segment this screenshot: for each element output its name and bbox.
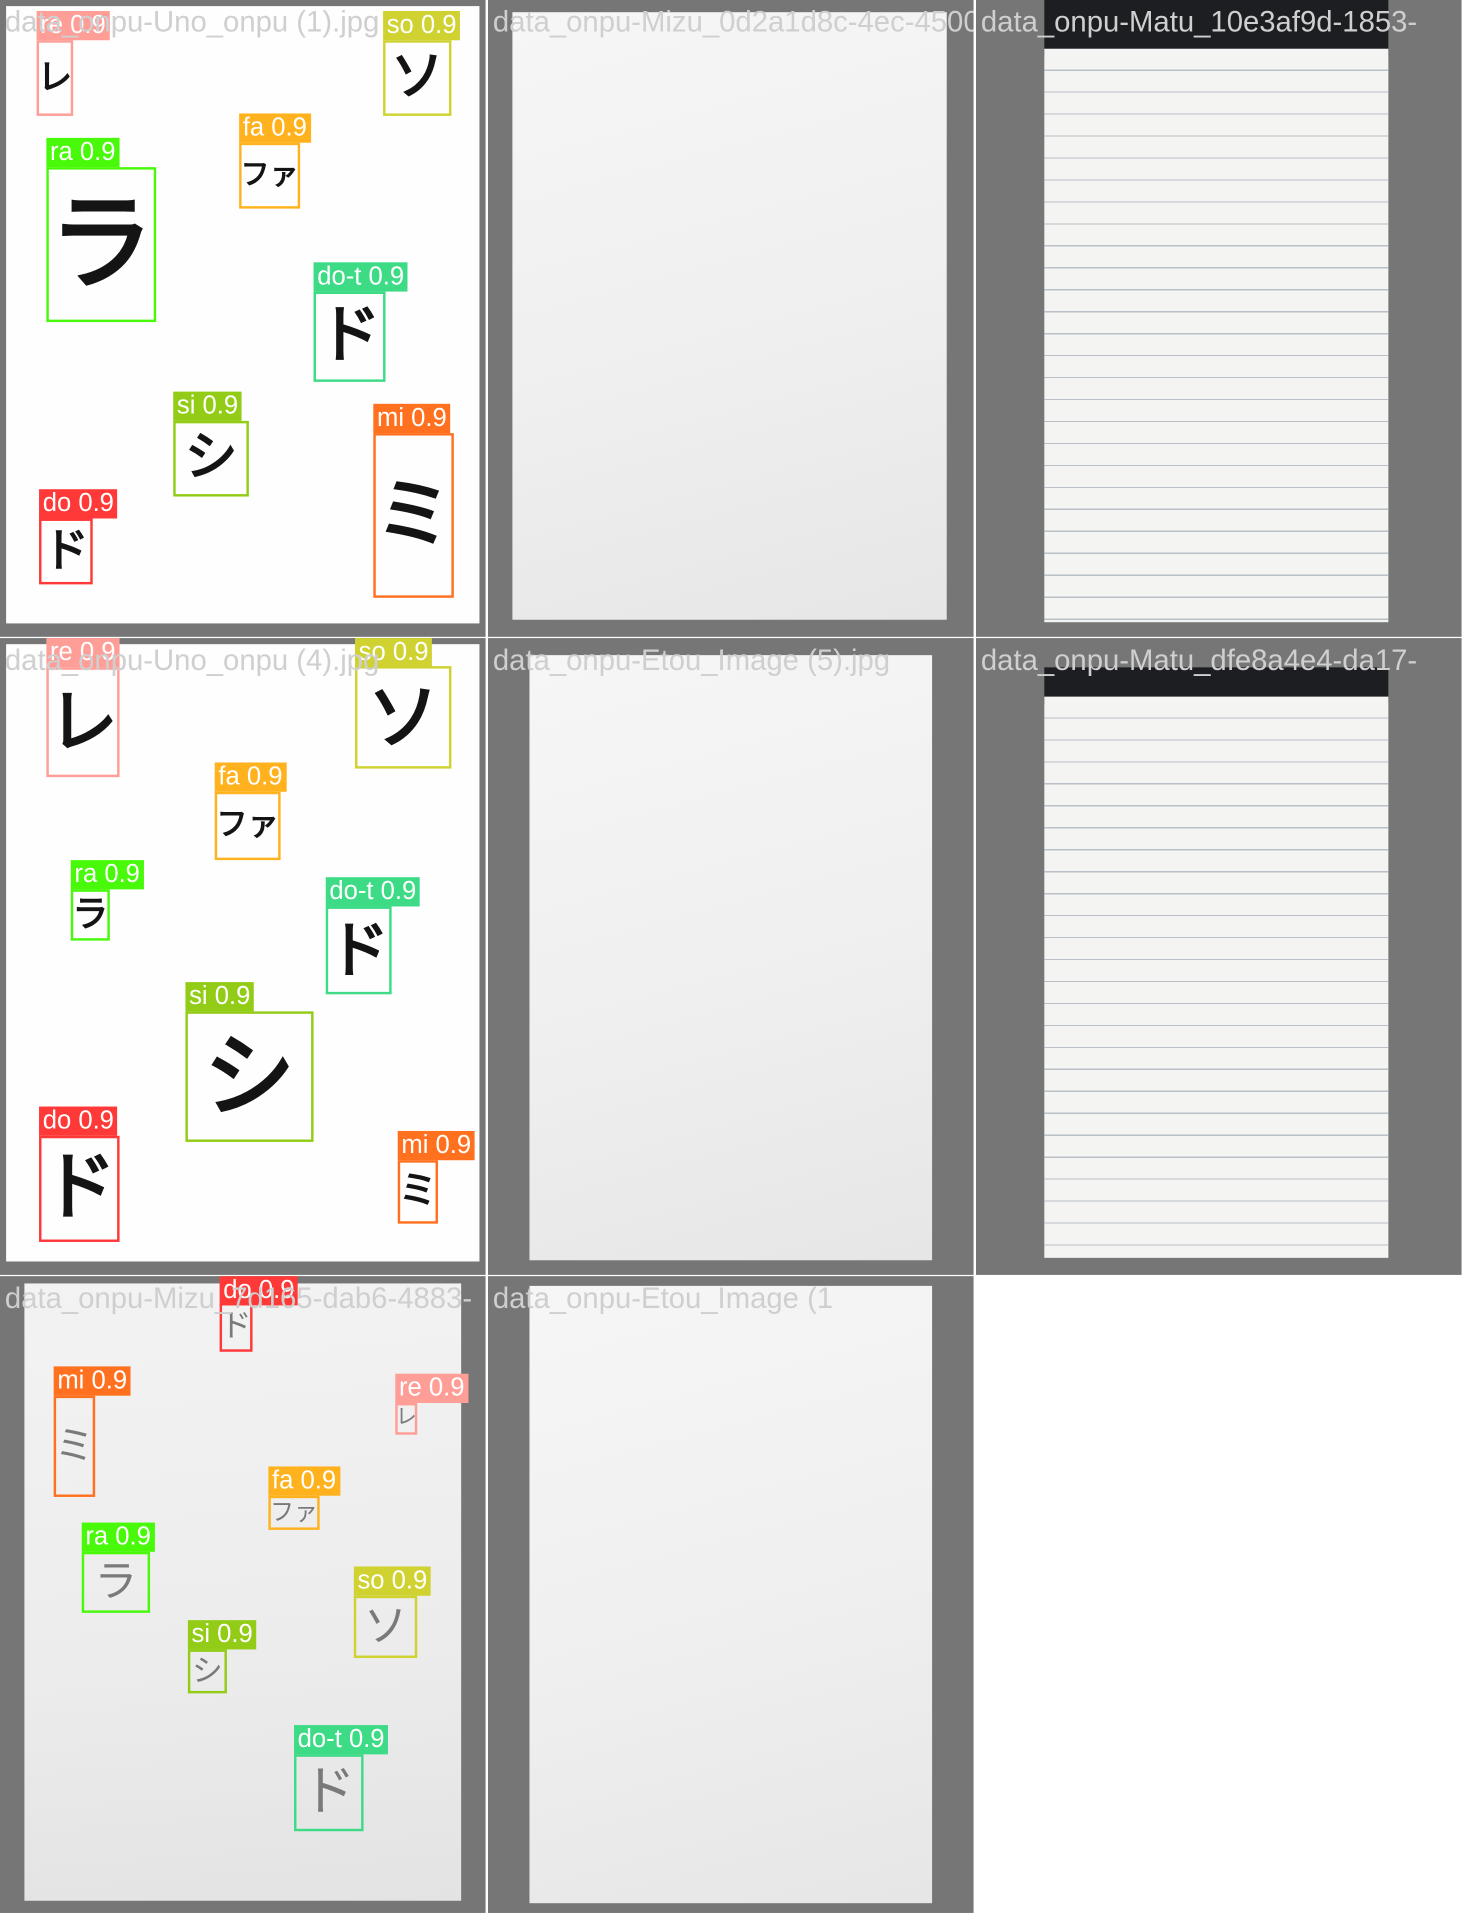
bounding-box-ra: [81, 1551, 151, 1613]
bounding-box-mi: [397, 1160, 438, 1224]
bounding-box-do-t: [325, 906, 392, 995]
bounding-box-si: [185, 1011, 314, 1142]
bounding-box-mi: [373, 433, 454, 598]
bounding-box-ra: [70, 889, 110, 941]
tile-3: レ re 0.9 ソ so 0.9 ファ fa 0.9 ラ ra 0.9 ド do-t 0.9 シ s…: [0, 638, 486, 1275]
detection-label: fa 0.9: [214, 762, 287, 792]
bounding-box-do: [39, 518, 93, 585]
detection-label: ra 0.9: [46, 137, 120, 168]
bounding-box-fa: [214, 791, 281, 861]
document-image: [529, 655, 933, 1261]
bounding-box-do: [219, 1302, 253, 1352]
background-surface: [1044, 0, 1389, 57]
document-image: [529, 1285, 933, 1904]
detection-grid: レ re 0.9 ソ so 0.9 ファ fa 0.9 ラ ra 0.9 ド do-t 0.9 シ s…: [0, 0, 1464, 1913]
detection-label: mi 0.9: [373, 403, 451, 434]
bounding-box-ra: [46, 167, 157, 323]
bounding-box-do: [39, 1135, 120, 1242]
detection-label: do-t 0.9: [294, 1725, 389, 1755]
detection-label: so 0.9: [383, 10, 461, 41]
bounding-box-mi: [53, 1395, 96, 1497]
tile-5: ドdo 0.9レre 0.9ミmi 0.9ファfa 0.9ソso 0.9ラra …: [976, 638, 1462, 1275]
detection-label: do-t 0.9: [313, 262, 408, 292]
bounding-box-re: [46, 667, 120, 778]
detection-label: do 0.9: [39, 1106, 118, 1136]
tile-0: レ re 0.9 ソ so 0.9 ファ fa 0.9 ラ ra 0.9 ド do-t 0.9 シ s…: [0, 0, 486, 637]
bounding-box-si: [173, 420, 249, 497]
detection-label: fa 0.9: [239, 113, 311, 143]
detection-label: si 0.9: [173, 391, 242, 421]
detection-label: mi 0.9: [397, 1130, 475, 1161]
bounding-box-re: [395, 1403, 418, 1435]
bounding-box-do-t: [313, 291, 386, 382]
empty-slot: [976, 1276, 1462, 1913]
tile-7: ドdo 0.9ソso 0.9レre 0.9シsi 0.9ラra 0.9ミmi 0…: [488, 1276, 974, 1913]
bounding-box-so: [355, 666, 452, 769]
bounding-box-so: [353, 1595, 418, 1658]
detection-label: do 0.9: [39, 489, 118, 519]
detection-label: si 0.9: [187, 1620, 257, 1650]
bounding-box-fa: [268, 1495, 320, 1530]
tile-2: ドdo 0.9レre 0.9ミmi 0.9ファfa 0.9ソso 0.9ラra …: [976, 0, 1462, 637]
detection-label: so 0.9: [353, 1566, 431, 1596]
detection-label: mi 0.9: [53, 1366, 131, 1396]
detection-label: ra 0.9: [81, 1522, 155, 1552]
document-image: [1044, 696, 1389, 1258]
detection-label: do-t 0.9: [325, 877, 420, 907]
bounding-box-re: [36, 40, 74, 116]
bounding-box-do-t: [294, 1754, 364, 1832]
detection-label: so 0.9: [355, 638, 433, 668]
bounding-box-so: [383, 40, 452, 116]
detection-label: do 0.9: [219, 1276, 299, 1306]
tile-1: ファfa 0.9ミmi 0.9ソso 0.9レre 0.9ラra 0.9シsi …: [488, 0, 974, 637]
tile-6: ド do 0.9 ミ mi 0.9 レ re 0.9 ファ fa 0.9 ラ ra 0.9 ソ so …: [0, 1276, 486, 1913]
detection-label: re 0.9: [395, 1373, 469, 1403]
detection-label: re 0.9: [46, 638, 120, 668]
bounding-box-fa: [239, 142, 301, 209]
detection-label: fa 0.9: [268, 1466, 340, 1496]
tile-4: ファfa 0.9レre 0.9ドdo-t 0.9ラra 0.9シsi 0.9ソs…: [488, 638, 974, 1275]
document-image: [512, 12, 947, 620]
detection-label: ra 0.9: [70, 860, 144, 890]
bounding-box-si: [187, 1649, 227, 1694]
document-image: [1044, 48, 1389, 623]
detection-label: re 0.9: [36, 10, 110, 41]
detection-label: si 0.9: [185, 982, 255, 1012]
